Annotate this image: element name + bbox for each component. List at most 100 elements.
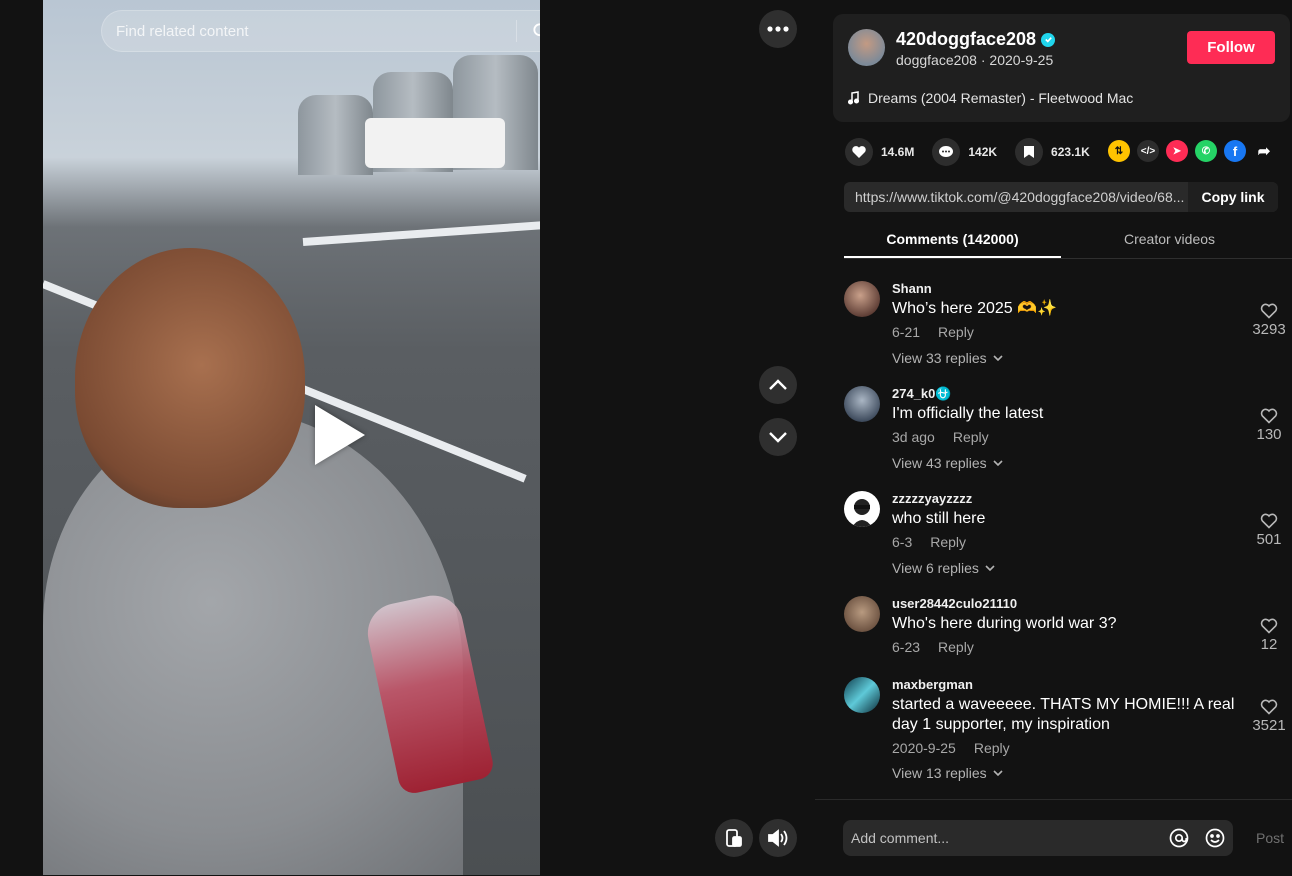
author-nickname: doggface208: [896, 52, 977, 68]
author-username-text: 420doggface208: [896, 29, 1037, 49]
save-count: 623.1K: [1051, 145, 1090, 159]
next-video-button[interactable]: [759, 418, 797, 456]
commenter-name[interactable]: maxbergman: [892, 677, 973, 692]
comment-like-button[interactable]: 130: [1249, 408, 1289, 443]
share-arrow-icon[interactable]: ➦: [1253, 140, 1275, 162]
comment-like-count: 3293: [1252, 321, 1286, 338]
video-url[interactable]: https://www.tiktok.com/@420doggface208/v…: [844, 189, 1188, 205]
more-options-button[interactable]: [759, 10, 797, 48]
view-replies-button[interactable]: View 33 replies: [892, 350, 1003, 366]
view-replies-label: View 43 replies: [892, 455, 987, 471]
comment-text: Who’s here 2025 🫶✨: [892, 300, 1057, 317]
verified-badge-icon: [1041, 32, 1056, 47]
comment-like-count: 12: [1260, 636, 1278, 653]
reply-button[interactable]: Reply: [930, 534, 966, 550]
comment-bubble-icon: [932, 138, 961, 166]
comment-like-button[interactable]: 501: [1249, 513, 1289, 548]
send-to-friends-icon[interactable]: ➤: [1166, 140, 1188, 162]
commenter-name[interactable]: 274_k0⛎: [892, 386, 952, 402]
reply-button[interactable]: Reply: [953, 429, 989, 445]
volume-icon: [768, 829, 788, 847]
post-button[interactable]: Post: [1256, 830, 1284, 846]
view-replies-button[interactable]: View 6 replies: [892, 560, 995, 576]
share-options: ⇅ </> ➤ ✆ f ➦: [1108, 140, 1275, 162]
panel-tabs: Comments (142000) Creator videos: [844, 222, 1292, 259]
commenter-name[interactable]: zzzzzyayzzzz: [892, 491, 972, 506]
music-link[interactable]: Dreams (2004 Remaster) - Fleetwood Mac: [848, 90, 1133, 106]
commenter-avatar[interactable]: [844, 677, 880, 713]
comment-meta: 2020-9-25 Reply: [892, 740, 1010, 756]
view-replies-label: View 33 replies: [892, 350, 987, 366]
author-subline: doggface208 · 2020-9-25: [896, 52, 1053, 68]
comment-text: I'm officially the latest: [892, 405, 1044, 422]
commenter-name[interactable]: Shann: [892, 281, 932, 296]
commenter-avatar[interactable]: [844, 596, 880, 632]
chevron-down-icon: [985, 565, 995, 571]
reply-button[interactable]: Reply: [938, 324, 974, 340]
info-panel: 420doggface208 doggface208 · 2020-9-25 F…: [815, 0, 1292, 876]
follow-button[interactable]: Follow: [1187, 31, 1275, 64]
scene-silo: [298, 95, 373, 175]
comment-date: 6-21: [892, 324, 921, 340]
comment-meta: 6-23 Reply: [892, 639, 974, 655]
comment-text: started a waveeeee. THATS MY HOMIE!!! A …: [892, 696, 1235, 733]
video-search-bar[interactable]: [101, 10, 540, 52]
heart-outline-icon: [1260, 699, 1278, 715]
embed-code-icon[interactable]: </>: [1137, 140, 1159, 162]
view-replies-label: View 13 replies: [892, 765, 987, 781]
author-username[interactable]: 420doggface208: [896, 29, 1056, 50]
engagement-stats: 14.6M 142K 623.1K: [845, 137, 1108, 167]
comment-input[interactable]: [843, 829, 1161, 847]
heart-outline-icon: [1260, 513, 1278, 529]
chevron-down-icon: [993, 355, 1003, 361]
tab-comments[interactable]: Comments (142000): [844, 222, 1061, 258]
comment-like-count: 501: [1256, 531, 1282, 548]
commenter-avatar[interactable]: [844, 386, 880, 422]
video-link-box: https://www.tiktok.com/@420doggface208/v…: [844, 182, 1278, 212]
previous-video-button[interactable]: [759, 366, 797, 404]
play-icon[interactable]: [315, 405, 365, 465]
floating-player-button[interactable]: [715, 819, 753, 857]
reply-button[interactable]: Reply: [938, 639, 974, 655]
comment-meta: 6-3 Reply: [892, 534, 966, 550]
comment-date: 6-3: [892, 534, 913, 550]
author-avatar[interactable]: [848, 29, 885, 66]
like-stat[interactable]: 14.6M: [845, 138, 914, 166]
facebook-icon[interactable]: f: [1224, 140, 1246, 162]
comment-like-button[interactable]: 3521: [1249, 699, 1289, 734]
like-count: 14.6M: [881, 145, 915, 159]
author-card: 420doggface208 doggface208 · 2020-9-25 F…: [833, 14, 1290, 122]
copy-link-button[interactable]: Copy link: [1188, 182, 1278, 212]
search-button[interactable]: [517, 11, 540, 51]
whatsapp-icon[interactable]: ✆: [1195, 140, 1217, 162]
road-line: [302, 221, 540, 246]
commenter-avatar[interactable]: [844, 281, 880, 317]
comment-item: maxbergman started a waveeeee. THATS MY …: [844, 677, 1292, 787]
video-player[interactable]: [43, 0, 540, 875]
comment-like-button[interactable]: 3293: [1249, 303, 1289, 338]
reply-button[interactable]: Reply: [974, 740, 1010, 756]
music-note-icon: [848, 91, 860, 105]
repost-icon[interactable]: ⇅: [1108, 140, 1130, 162]
chevron-down-icon: [769, 432, 787, 443]
commenter-name[interactable]: user28442culo21110: [892, 596, 1017, 611]
search-input[interactable]: [102, 21, 516, 41]
comment-input-box[interactable]: [843, 820, 1233, 856]
tab-creator-videos[interactable]: Creator videos: [1061, 222, 1278, 258]
comment-meta: 3d ago Reply: [892, 429, 989, 445]
save-stat[interactable]: 623.1K: [1015, 138, 1090, 166]
comment-date: 6-23: [892, 639, 921, 655]
comment-date: 2020-9-25: [892, 740, 956, 756]
comment-like-button[interactable]: 12: [1249, 618, 1289, 653]
view-replies-button[interactable]: View 13 replies: [892, 765, 1003, 781]
view-replies-button[interactable]: View 43 replies: [892, 455, 1003, 471]
post-date: 2020-9-25: [989, 52, 1054, 68]
comment-item: zzzzzyayzzzz who still here 6-3 Reply Vi…: [844, 491, 1292, 586]
comment-item: user28442culo21110 Who's here during wor…: [844, 596, 1292, 666]
commenter-avatar[interactable]: [844, 491, 880, 527]
comment-stat[interactable]: 142K: [932, 138, 997, 166]
mention-button[interactable]: [1161, 828, 1197, 848]
view-replies-label: View 6 replies: [892, 560, 979, 576]
emoji-button[interactable]: [1197, 828, 1233, 848]
volume-button[interactable]: [759, 819, 797, 857]
